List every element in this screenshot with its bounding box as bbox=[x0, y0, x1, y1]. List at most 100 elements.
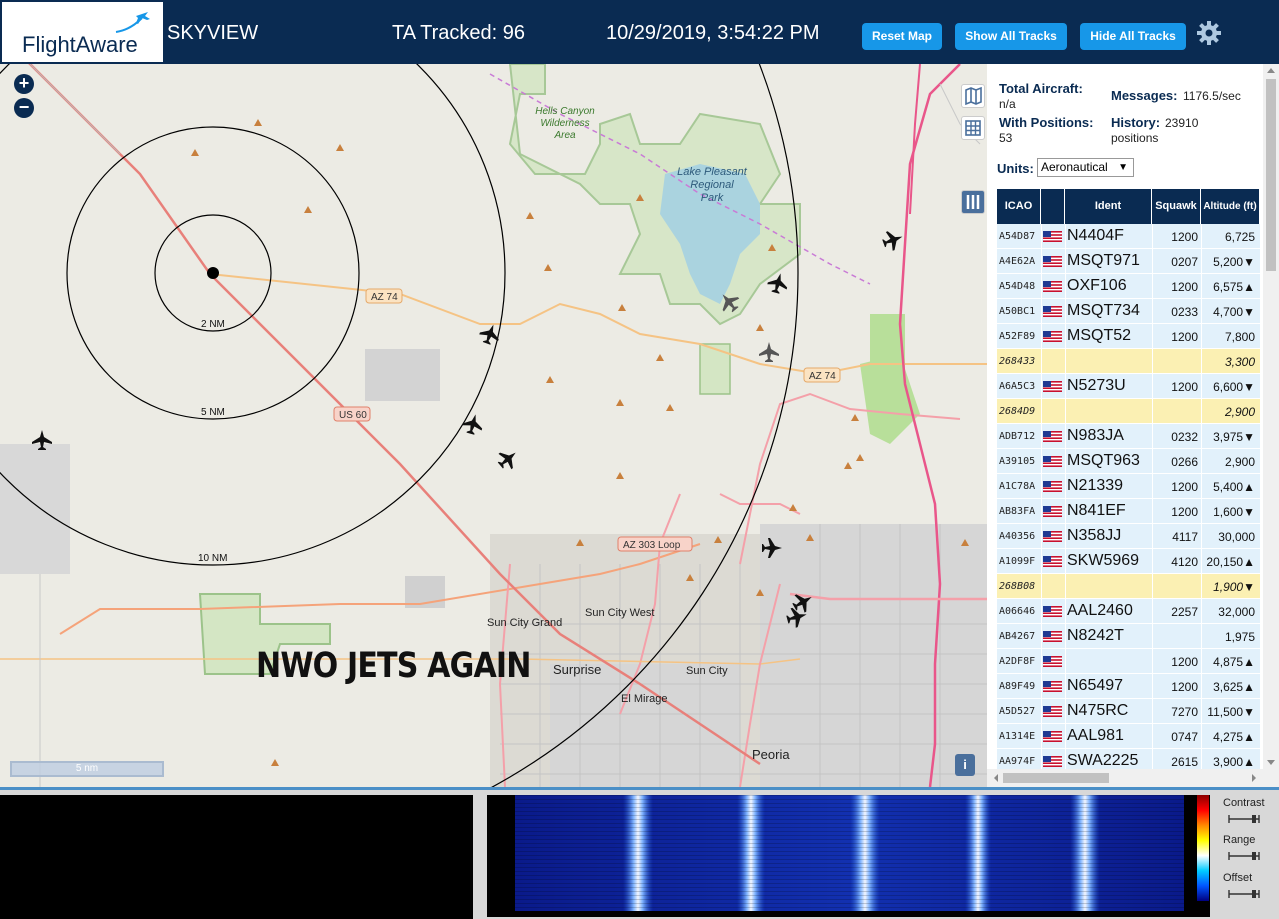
col-ident[interactable]: Ident bbox=[1065, 189, 1152, 224]
altitude-value: 20,150 bbox=[1206, 555, 1244, 569]
col-squawk[interactable]: Squawk bbox=[1152, 189, 1201, 224]
col-altitude[interactable]: Altitude (ft) bbox=[1201, 189, 1260, 224]
tracked-count: TA Tracked: 96 bbox=[392, 22, 526, 44]
hide-all-tracks-button[interactable]: Hide All Tracks bbox=[1080, 23, 1186, 50]
columns-button[interactable] bbox=[961, 190, 985, 214]
reset-map-button[interactable]: Reset Map bbox=[862, 23, 942, 50]
place-sun-city-west: Sun City West bbox=[585, 607, 655, 619]
waterfall-display bbox=[515, 795, 1184, 911]
table-row[interactable]: A2DF8F 1200 4,875▲ bbox=[997, 649, 1260, 674]
aircraft-panel: Total Aircraft: n/a With Positions: 53 M… bbox=[987, 64, 1279, 787]
col-icao[interactable]: ICAO bbox=[997, 189, 1041, 224]
cell-squawk: 0233 bbox=[1171, 305, 1198, 319]
us-flag-icon bbox=[1043, 631, 1062, 642]
cell-icao: A6A5C3 bbox=[999, 381, 1036, 392]
cell-altitude: 3,300 bbox=[1203, 355, 1255, 369]
table-row[interactable]: A6A5C3 N5273U 1200 6,600▼ bbox=[997, 374, 1260, 399]
us-flag-icon bbox=[1043, 381, 1062, 392]
altitude-value: 7,800 bbox=[1224, 330, 1255, 344]
with-positions-label: With Positions: bbox=[999, 115, 1094, 130]
chevron-down-icon: ▼ bbox=[1118, 162, 1128, 173]
cell-icao: A1099F bbox=[999, 556, 1036, 567]
altitude-trend-icon: ▼ bbox=[1243, 705, 1255, 719]
altitude-trend-icon: ▲ bbox=[1243, 755, 1255, 769]
altitude-value: 2,900 bbox=[1224, 455, 1255, 469]
cell-ident: MSQT963 bbox=[1067, 452, 1140, 469]
cell-squawk: 1200 bbox=[1171, 505, 1198, 519]
units-select[interactable]: Aeronautical ▼ bbox=[1037, 158, 1134, 177]
columns-icon bbox=[966, 195, 980, 209]
place-lake-pleasant: Lake Pleasant bbox=[677, 166, 748, 178]
aircraft-icon[interactable] bbox=[880, 227, 906, 253]
flightaware-logo[interactable]: FlightAware bbox=[2, 2, 163, 62]
table-row[interactable]: 2684D9 2,900 bbox=[997, 399, 1260, 424]
units-select-value: Aeronautical bbox=[1041, 160, 1108, 174]
us-flag-icon bbox=[1043, 231, 1062, 242]
table-row[interactable]: AB4267 N8242T 1,975 bbox=[997, 624, 1260, 649]
us-flag-icon bbox=[1043, 556, 1062, 567]
contrast-slider[interactable] bbox=[1228, 814, 1260, 824]
cell-icao: ADB712 bbox=[999, 431, 1036, 442]
place-park: Park bbox=[701, 192, 724, 204]
altitude-value: 3,300 bbox=[1224, 355, 1255, 369]
us-flag-icon bbox=[1043, 706, 1062, 717]
table-row[interactable]: A5D527 N475RC 7270 11,500▼ bbox=[997, 699, 1260, 724]
ring-label-2nm: 2 NM bbox=[201, 319, 225, 330]
offset-label: Offset bbox=[1223, 872, 1253, 884]
altitude-value: 11,500 bbox=[1207, 705, 1244, 719]
cell-icao: 268433 bbox=[999, 356, 1036, 367]
table-row[interactable]: 268433 3,300 bbox=[997, 349, 1260, 374]
altitude-value: 6,725 bbox=[1224, 230, 1255, 244]
place-el-mirage: El Mirage bbox=[621, 693, 667, 705]
zoom-out-button[interactable]: − bbox=[14, 98, 34, 118]
cell-squawk: 1200 bbox=[1171, 230, 1198, 244]
cell-altitude: 4,700▼ bbox=[1203, 305, 1255, 319]
messages-label: Messages: bbox=[1111, 88, 1178, 103]
table-row[interactable]: A1099F SKW5969 4120 20,150▲ bbox=[997, 549, 1260, 574]
table-row[interactable]: AB83FA N841EF 1200 1,600▼ bbox=[997, 499, 1260, 524]
table-row[interactable]: 268B08 1,900▼ bbox=[997, 574, 1260, 599]
altitude-trend-icon: ▼ bbox=[1243, 505, 1255, 519]
table-row[interactable]: A52F89 MSQT52 1200 7,800 bbox=[997, 324, 1260, 349]
cell-altitude: 6,725 bbox=[1203, 230, 1255, 244]
altitude-value: 2,900 bbox=[1224, 405, 1255, 419]
altitude-trend-icon: ▲ bbox=[1243, 730, 1255, 744]
table-row[interactable]: A89F49 N65497 1200 3,625▲ bbox=[997, 674, 1260, 699]
aircraft-icon[interactable] bbox=[461, 412, 485, 436]
us-flag-icon bbox=[1043, 756, 1062, 767]
cell-icao: A40356 bbox=[999, 531, 1036, 542]
cell-altitude: 4,275▲ bbox=[1203, 730, 1255, 744]
cell-ident: AAL981 bbox=[1067, 727, 1124, 744]
table-row[interactable]: A40356 N358JJ 4117 30,000 bbox=[997, 524, 1260, 549]
table-row[interactable]: A4E62A MSQT971 0207 5,200▼ bbox=[997, 249, 1260, 274]
cell-ident: SKW5969 bbox=[1067, 552, 1140, 569]
map-layers-icon bbox=[965, 86, 982, 106]
zoom-in-button[interactable]: + bbox=[14, 74, 34, 94]
table-row[interactable]: ADB712 N983JA 0232 3,975▼ bbox=[997, 424, 1260, 449]
horizontal-scrollbar[interactable] bbox=[987, 769, 1263, 787]
show-all-tracks-button[interactable]: Show All Tracks bbox=[955, 23, 1067, 50]
map-layers-button[interactable] bbox=[961, 84, 985, 108]
col-flag[interactable] bbox=[1041, 189, 1065, 224]
cell-altitude: 7,800 bbox=[1203, 330, 1255, 344]
vertical-scrollbar[interactable] bbox=[1263, 64, 1279, 787]
map-view[interactable]: AZ 74 AZ 74 US 60 AZ 303 Loop 2 NM 5 NM … bbox=[0, 64, 987, 787]
table-row[interactable]: A1314E AAL981 0747 4,275▲ bbox=[997, 724, 1260, 749]
table-row[interactable]: A06646 AAL2460 2257 32,000 bbox=[997, 599, 1260, 624]
range-slider[interactable] bbox=[1228, 851, 1260, 861]
aircraft-icon[interactable] bbox=[759, 342, 779, 362]
table-row[interactable]: A54D87 N4404F 1200 6,725 bbox=[997, 224, 1260, 249]
total-aircraft-label: Total Aircraft: bbox=[999, 81, 1083, 96]
offset-slider[interactable] bbox=[1228, 889, 1260, 899]
table-header: ICAO Ident Squawk Altitude (ft) bbox=[997, 189, 1260, 224]
aircraft-icon[interactable] bbox=[494, 445, 522, 473]
cell-squawk: 7270 bbox=[1171, 705, 1198, 719]
grid-button[interactable] bbox=[961, 116, 985, 140]
table-row[interactable]: A1C78A N21339 1200 5,400▲ bbox=[997, 474, 1260, 499]
table-row[interactable]: A54D48 OXF106 1200 6,575▲ bbox=[997, 274, 1260, 299]
info-button[interactable]: i bbox=[955, 754, 975, 776]
gear-icon[interactable] bbox=[1196, 20, 1222, 46]
table-row[interactable]: A39105 MSQT963 0266 2,900 bbox=[997, 449, 1260, 474]
altitude-value: 4,875 bbox=[1213, 655, 1244, 669]
table-row[interactable]: A50BC1 MSQT734 0233 4,700▼ bbox=[997, 299, 1260, 324]
